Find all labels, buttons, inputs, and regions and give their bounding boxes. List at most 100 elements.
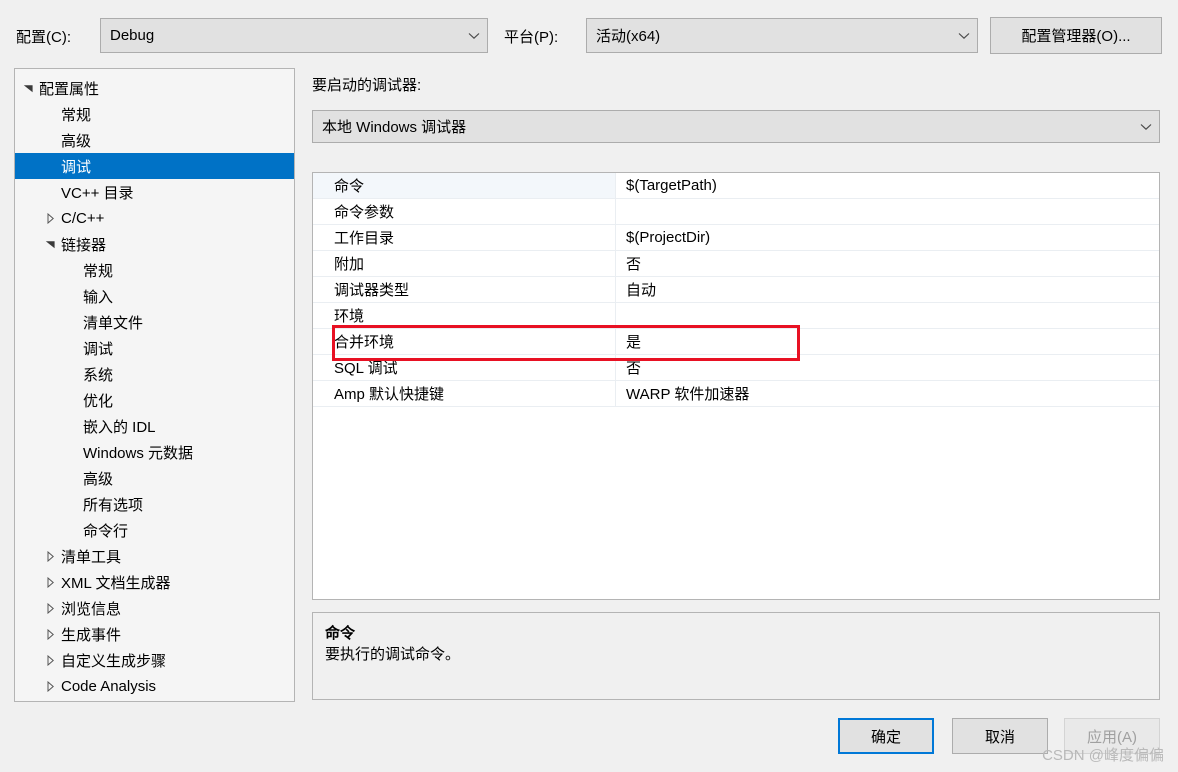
property-row[interactable]: 环境: [313, 303, 1159, 329]
debugger-select-dropdown[interactable]: 本地 Windows 调试器: [312, 110, 1160, 143]
property-name: Amp 默认快捷键: [313, 381, 616, 406]
property-value[interactable]: $(TargetPath): [616, 173, 1159, 198]
property-row[interactable]: 命令 $(TargetPath): [313, 173, 1159, 199]
tree-item-20[interactable]: 浏览信息: [15, 595, 294, 621]
property-name: 命令: [313, 173, 616, 198]
property-name: SQL 调试: [313, 355, 616, 380]
property-row[interactable]: 合并环境是: [313, 329, 1159, 355]
property-row[interactable]: SQL 调试否: [313, 355, 1159, 381]
tree-item-12[interactable]: 优化: [15, 387, 294, 413]
tree-item-label: C/C++: [61, 209, 105, 227]
tree-item-14[interactable]: Windows 元数据: [15, 439, 294, 465]
chevron-down-icon: [951, 32, 977, 40]
chevron-down-icon: [1133, 123, 1159, 131]
chevron-right-icon[interactable]: [42, 602, 59, 614]
configuration-manager-button[interactable]: 配置管理器(O)...: [990, 17, 1162, 54]
tree-item-17[interactable]: 命令行: [15, 517, 294, 543]
chevron-down-icon[interactable]: [42, 240, 59, 249]
tree-item-0[interactable]: 配置属性: [15, 75, 294, 101]
tree-item-6[interactable]: 链接器: [15, 231, 294, 257]
tree-item-label: 优化: [83, 392, 114, 410]
property-name: 合并环境: [313, 329, 616, 354]
tree-item-label: 清单工具: [61, 548, 122, 566]
property-name: 调试器类型: [313, 277, 616, 302]
property-description-body: 要执行的调试命令。: [325, 646, 461, 663]
property-value[interactable]: [616, 303, 1159, 328]
tree-item-label: 浏览信息: [61, 600, 122, 618]
tree-item-23[interactable]: Code Analysis: [15, 673, 294, 699]
ok-button[interactable]: 确定: [838, 718, 934, 754]
property-grid-rows: 命令 $(TargetPath) 命令参数 工作目录 $(ProjectDir) 附加否调…: [313, 173, 1159, 407]
platform-dropdown-value: 活动(x64): [596, 28, 661, 45]
tree-item-9[interactable]: 清单文件: [15, 309, 294, 335]
tree-item-2[interactable]: 高级: [15, 127, 294, 153]
tree-item-22[interactable]: 自定义生成步骤: [15, 647, 294, 673]
tree-item-1[interactable]: 常规: [15, 101, 294, 127]
tree-item-label: 调试: [61, 158, 92, 176]
tree-item-label: 命令行: [83, 522, 129, 540]
tree-item-label: 高级: [61, 132, 92, 150]
property-name: 工作目录: [313, 225, 616, 250]
property-row[interactable]: 命令参数: [313, 199, 1159, 225]
configuration-dropdown[interactable]: Debug: [100, 18, 488, 53]
property-value[interactable]: WARP 软件加速器: [616, 381, 1159, 406]
property-name: 命令参数: [313, 199, 616, 224]
tree-item-label: 调试: [83, 340, 114, 358]
tree-item-label: 自定义生成步骤: [61, 652, 167, 670]
property-value[interactable]: 否: [616, 251, 1159, 276]
property-row[interactable]: 调试器类型 自动: [313, 277, 1159, 303]
property-row[interactable]: 工作目录 $(ProjectDir): [313, 225, 1159, 251]
chevron-right-icon[interactable]: [42, 576, 59, 588]
property-value[interactable]: $(ProjectDir): [616, 225, 1159, 250]
property-description-panel: 命令 要执行的调试命令。: [312, 612, 1160, 700]
tree-item-15[interactable]: 高级: [15, 465, 294, 491]
tree-item-7[interactable]: 常规: [15, 257, 294, 283]
tree-item-label: 高级: [83, 470, 114, 488]
property-description-title: 命令: [325, 625, 356, 642]
chevron-right-icon[interactable]: [42, 654, 59, 666]
cancel-button[interactable]: 取消: [952, 718, 1048, 754]
property-value[interactable]: 是: [616, 329, 1159, 354]
tree-item-label: Windows 元数据: [83, 444, 194, 462]
configuration-toolbar: 配置(C): Debug 平台(P): 活动(x64) 配置管理器(O)...: [0, 0, 1178, 62]
property-value[interactable]: 否: [616, 355, 1159, 380]
tree-item-21[interactable]: 生成事件: [15, 621, 294, 647]
tree-item-label: 所有选项: [83, 496, 144, 514]
chevron-right-icon[interactable]: [42, 628, 59, 640]
tree-item-18[interactable]: 清单工具: [15, 543, 294, 569]
tree-item-10[interactable]: 调试: [15, 335, 294, 361]
csdn-watermark: CSDN @峰度偏偏: [1042, 747, 1164, 764]
property-row[interactable]: 附加否: [313, 251, 1159, 277]
tree-item-label: VC++ 目录: [61, 184, 134, 202]
tree-item-label: 输入: [83, 288, 114, 306]
chevron-down-icon[interactable]: [20, 84, 37, 93]
platform-label: 平台(P):: [504, 29, 559, 46]
platform-dropdown[interactable]: 活动(x64): [586, 18, 978, 53]
tree-item-label: 清单文件: [83, 314, 144, 332]
tree-item-11[interactable]: 系统: [15, 361, 294, 387]
debugger-select-value: 本地 Windows 调试器: [322, 119, 467, 136]
property-tree-panel[interactable]: 配置属性 常规 高级 调试 VC++ 目录 C/C++ 链接器 常规 输入 清单文件 调试 系统 优化嵌…: [14, 68, 295, 702]
tree-item-4[interactable]: VC++ 目录: [15, 179, 294, 205]
tree-item-label: 嵌入的 IDL: [83, 418, 156, 436]
tree-item-5[interactable]: C/C++: [15, 205, 294, 231]
tree-item-13[interactable]: 嵌入的 IDL: [15, 413, 294, 439]
tree-item-label: XML 文档生成器: [61, 574, 171, 592]
tree-item-16[interactable]: 所有选项: [15, 491, 294, 517]
property-name: 附加: [313, 251, 616, 276]
property-row[interactable]: Amp 默认快捷键 WARP 软件加速器: [313, 381, 1159, 407]
tree-item-label: Code Analysis: [61, 677, 157, 695]
launch-debugger-label: 要启动的调试器:: [312, 77, 422, 94]
tree-item-3[interactable]: 调试: [15, 153, 294, 179]
tree-item-label: 生成事件: [61, 626, 122, 644]
tree-item-19[interactable]: XML 文档生成器: [15, 569, 294, 595]
chevron-right-icon[interactable]: [42, 212, 59, 224]
property-value[interactable]: 自动: [616, 277, 1159, 302]
chevron-right-icon[interactable]: [42, 680, 59, 692]
tree-item-label: 常规: [61, 106, 92, 124]
tree-item-8[interactable]: 输入: [15, 283, 294, 309]
property-grid[interactable]: 命令 $(TargetPath) 命令参数 工作目录 $(ProjectDir) 附加否调…: [312, 172, 1160, 600]
chevron-right-icon[interactable]: [42, 550, 59, 562]
property-value[interactable]: [616, 199, 1159, 224]
tree-item-label: 常规: [83, 262, 114, 280]
